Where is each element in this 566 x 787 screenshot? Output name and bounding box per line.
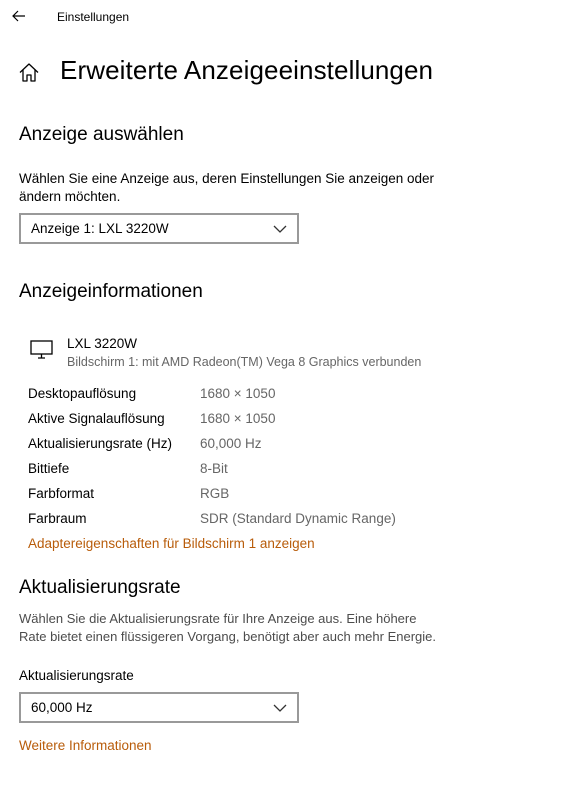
info-value: 1680 × 1050: [200, 386, 276, 401]
refresh-rate-heading: Aktualisierungsrate: [19, 577, 181, 598]
info-label: Farbformat: [28, 486, 95, 501]
info-row-active-signal-resolution: Aktive Signalauflösung 1680 × 1050: [28, 411, 448, 433]
info-row-color-space: Farbraum SDR (Standard Dynamic Range): [28, 511, 448, 533]
display-info-heading: Anzeigeinformationen: [19, 281, 203, 302]
info-label: Bittiefe: [28, 461, 70, 476]
info-row-refresh-rate: Aktualisierungsrate (Hz) 60,000 Hz: [28, 436, 448, 458]
home-icon[interactable]: [17, 61, 41, 85]
refresh-rate-description-line2: Rate bietet einen flüssigeren Vorgang, b…: [19, 629, 436, 644]
select-display-description-line1: Wählen Sie eine Anzeige aus, deren Einst…: [19, 171, 435, 186]
info-row-desktop-resolution: Desktopauflösung 1680 × 1050: [28, 386, 448, 408]
info-value: 60,000 Hz: [200, 436, 262, 451]
info-value: SDR (Standard Dynamic Range): [200, 511, 396, 526]
display-select-dropdown[interactable]: Anzeige 1: LXL 3220W: [19, 213, 299, 244]
monitor-subtitle: Bildschirm 1: mit AMD Radeon(TM) Vega 8 …: [67, 355, 422, 369]
info-value: 8-Bit: [200, 461, 228, 476]
monitor-icon: [29, 338, 55, 360]
more-info-link[interactable]: Weitere Informationen: [19, 738, 152, 753]
window-title: Einstellungen: [57, 10, 130, 24]
refresh-rate-dropdown-label: Aktualisierungsrate: [19, 668, 134, 683]
info-value: RGB: [200, 486, 230, 501]
info-row-bit-depth: Bittiefe 8-Bit: [28, 461, 448, 483]
info-row-color-format: Farbformat RGB: [28, 486, 448, 508]
chevron-down-icon: [273, 704, 287, 712]
info-label: Aktualisierungsrate (Hz): [28, 436, 173, 451]
info-label: Aktive Signalauflösung: [28, 411, 165, 426]
back-button[interactable]: [4, 4, 34, 28]
info-label: Farbraum: [28, 511, 87, 526]
info-label: Desktopauflösung: [28, 386, 137, 401]
chevron-down-icon: [273, 225, 287, 233]
info-value: 1680 × 1050: [200, 411, 276, 426]
monitor-name: LXL 3220W: [67, 336, 138, 351]
back-arrow-icon: [12, 10, 25, 22]
refresh-rate-description-line1: Wählen Sie die Aktualisierungsrate für I…: [19, 611, 417, 626]
display-select-value: Anzeige 1: LXL 3220W: [31, 221, 169, 236]
select-display-heading: Anzeige auswählen: [19, 124, 184, 145]
adapter-properties-link[interactable]: Adaptereigenschaften für Bildschirm 1 an…: [28, 536, 315, 551]
page-title: Erweiterte Anzeigeeinstellungen: [60, 55, 434, 85]
refresh-rate-dropdown[interactable]: 60,000 Hz: [19, 692, 299, 723]
select-display-description-line2: ändern möchten.: [19, 189, 121, 204]
refresh-rate-value: 60,000 Hz: [31, 700, 93, 715]
